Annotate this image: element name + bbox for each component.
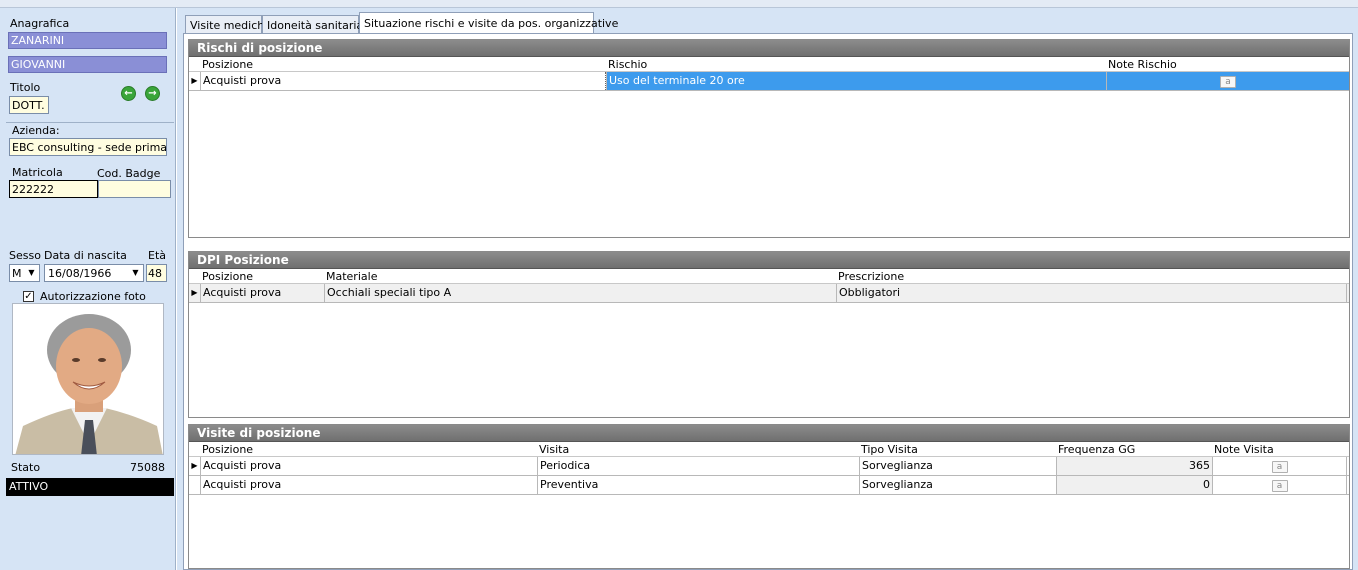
cell-tipo-visita[interactable]: Sorveglianza: [859, 457, 1056, 475]
anagrafica-panel: Anagrafica ZANARINI GIOVANNI Titolo DOTT…: [0, 8, 176, 570]
badge-label: Cod. Badge: [97, 167, 161, 180]
row-indicator-icon: ▶: [191, 76, 198, 85]
col-posizione[interactable]: Posizione: [202, 270, 253, 283]
note-icon[interactable]: a: [1220, 76, 1236, 88]
cell-frequenza[interactable]: 0: [1056, 476, 1212, 494]
azienda-label: Azienda:: [12, 124, 60, 137]
tab-content: Rischi di posizione Posizione Rischio No…: [183, 33, 1353, 570]
badge-field[interactable]: [98, 180, 171, 198]
col-frequenza[interactable]: Frequenza GG: [1058, 443, 1135, 456]
cell-frequenza[interactable]: 365: [1056, 457, 1212, 475]
cell-tipo-visita[interactable]: Sorveglianza: [859, 476, 1056, 494]
table-row[interactable]: ▶ Acquisti prova Periodica Sorveglianza …: [189, 457, 1349, 476]
row-indicator-icon: ▶: [191, 461, 198, 470]
cell-rischio[interactable]: Uso del terminale 20 ore: [606, 72, 1106, 90]
col-posizione[interactable]: Posizione: [202, 443, 253, 456]
sesso-value: M: [12, 267, 22, 280]
col-tipo-visita[interactable]: Tipo Visita: [861, 443, 918, 456]
autorizzazione-checkbox[interactable]: ✓: [23, 291, 34, 302]
window-top-strip: [0, 0, 1358, 8]
matricola-label: Matricola: [12, 166, 63, 179]
cell-posizione[interactable]: Acquisti prova: [200, 457, 537, 475]
col-prescrizione[interactable]: Prescrizione: [838, 270, 904, 283]
stato-label: Stato: [11, 461, 41, 474]
col-posizione[interactable]: Posizione: [202, 58, 253, 71]
autorizzazione-label: Autorizzazione foto: [40, 290, 146, 303]
divider: [6, 122, 174, 123]
col-visita[interactable]: Visita: [539, 443, 569, 456]
stato-code: 75088: [130, 461, 165, 474]
cell-note-rischio[interactable]: a: [1106, 72, 1349, 90]
col-rischio[interactable]: Rischio: [608, 58, 647, 71]
titolo-field[interactable]: DOTT.: [9, 96, 49, 114]
chevron-down-icon[interactable]: ▼: [129, 266, 142, 280]
main-area: Visite mediche Idoneità sanitaria Situaz…: [177, 8, 1358, 570]
cell-visita[interactable]: Preventiva: [537, 476, 859, 494]
rischi-section: Rischi di posizione Posizione Rischio No…: [188, 39, 1350, 238]
tab-visite-mediche[interactable]: Visite mediche: [185, 15, 271, 34]
rischi-title: Rischi di posizione: [189, 40, 1349, 57]
nome-field[interactable]: GIOVANNI: [8, 56, 167, 73]
tab-situazione-rischi[interactable]: Situazione rischi e visite da pos. organ…: [359, 12, 618, 35]
cell-note-visita[interactable]: a: [1212, 476, 1347, 494]
nascita-value: 16/08/1966: [48, 267, 112, 280]
sesso-select[interactable]: M ▼: [9, 264, 40, 282]
col-materiale[interactable]: Materiale: [326, 270, 377, 283]
eta-label: Età: [148, 249, 167, 262]
anagrafica-label: Anagrafica: [10, 17, 70, 30]
chevron-down-icon[interactable]: ▼: [25, 266, 38, 280]
cell-prescrizione[interactable]: Obbligatori: [836, 284, 1347, 302]
employee-photo: [12, 303, 164, 455]
cell-posizione[interactable]: Acquisti prova: [200, 284, 324, 302]
col-note-rischio[interactable]: Note Rischio: [1108, 58, 1177, 71]
titolo-label: Titolo: [10, 81, 41, 94]
cell-materiale[interactable]: Occhiali speciali tipo A: [324, 284, 836, 302]
stato-field: ATTIVO: [6, 478, 174, 496]
rischi-grid-header: Posizione Rischio Note Rischio: [189, 57, 1349, 72]
col-note-visita[interactable]: Note Visita: [1214, 443, 1274, 456]
cell-posizione[interactable]: Acquisti prova: [200, 476, 537, 494]
cell-posizione[interactable]: Acquisti prova: [200, 72, 606, 90]
tab-idoneita-sanitaria[interactable]: Idoneità sanitaria: [262, 15, 363, 34]
cell-visita[interactable]: Periodica: [537, 457, 859, 475]
eta-field: 48: [146, 264, 167, 282]
visite-title: Visite di posizione: [189, 425, 1349, 442]
cognome-field[interactable]: ZANARINI: [8, 32, 167, 49]
dpi-section: DPI Posizione Posizione Materiale Prescr…: [188, 251, 1350, 418]
dpi-grid-header: Posizione Materiale Prescrizione: [189, 269, 1349, 284]
note-icon[interactable]: a: [1271, 480, 1288, 492]
dpi-title: DPI Posizione: [189, 252, 1349, 269]
table-row[interactable]: ▶ Acquisti prova Uso del terminale 20 or…: [189, 72, 1349, 91]
nascita-date-picker[interactable]: 16/08/1966 ▼: [44, 264, 144, 282]
arrow-left-icon[interactable]: ←: [121, 86, 136, 101]
arrow-right-icon[interactable]: →: [145, 86, 160, 101]
visite-grid-header: Posizione Visita Tipo Visita Frequenza G…: [189, 442, 1349, 457]
row-indicator-icon: ▶: [191, 288, 198, 297]
sesso-label: Sesso: [9, 249, 41, 262]
table-row[interactable]: ▶ Acquisti prova Occhiali speciali tipo …: [189, 284, 1349, 303]
azienda-field[interactable]: EBC consulting - sede primaria: [9, 138, 167, 156]
portrait-image: [13, 304, 163, 454]
visite-section: Visite di posizione Posizione Visita Tip…: [188, 424, 1350, 569]
table-row[interactable]: Acquisti prova Preventiva Sorveglianza 0…: [189, 476, 1349, 495]
note-icon[interactable]: a: [1271, 461, 1288, 473]
nascita-label: Data di nascita: [44, 249, 127, 262]
cell-note-visita[interactable]: a: [1212, 457, 1347, 475]
matricola-field[interactable]: 222222: [9, 180, 98, 198]
